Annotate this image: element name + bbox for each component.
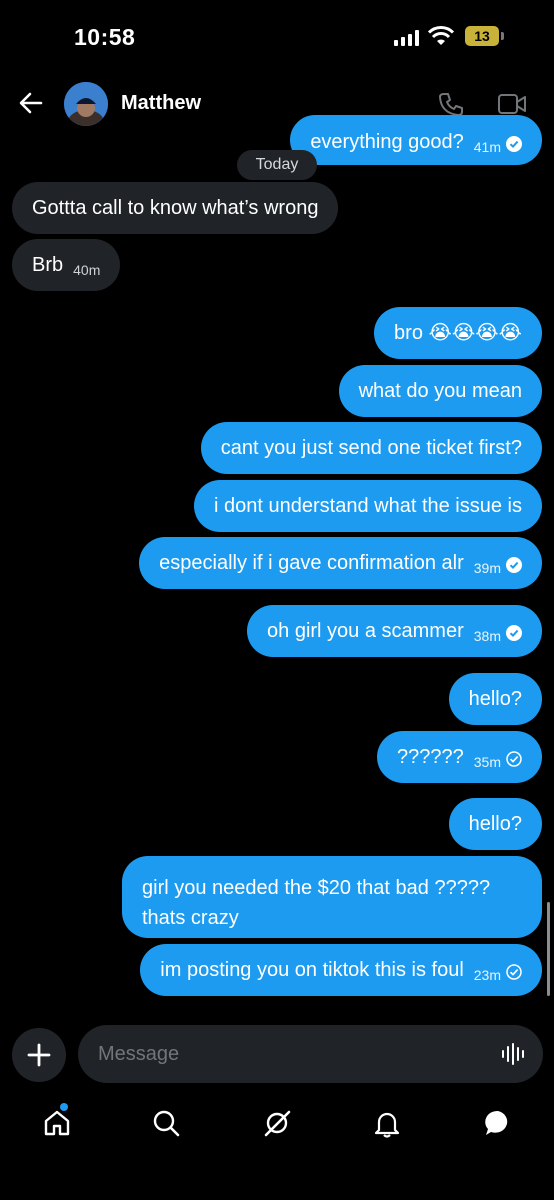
message-text: bro 😭😭😭😭 (394, 322, 522, 344)
read-check-icon (506, 136, 522, 152)
date-divider: Today (237, 150, 317, 180)
message-bubble[interactable]: everything good? 41m (290, 115, 542, 165)
message-bubble[interactable]: especially if i gave confirmation alr 39m (139, 537, 542, 589)
message-text: Brb (32, 254, 64, 276)
message-bubble[interactable]: hello? (448, 798, 542, 850)
back-arrow-icon[interactable] (18, 90, 44, 116)
message-bubble[interactable]: i dont understand what the issue is (194, 480, 542, 532)
message-time: 40m (73, 262, 101, 278)
grok-icon[interactable] (262, 1108, 292, 1138)
phone-icon[interactable] (438, 91, 464, 117)
message-bubble[interactable]: oh girl you a scammer 38m (247, 605, 542, 657)
message-text: ?????? (397, 746, 464, 768)
message-text: everything good? (310, 131, 464, 153)
message-bubble[interactable]: bro 😭😭😭😭 (374, 307, 542, 359)
voice-wave-icon[interactable] (500, 1040, 528, 1068)
home-icon[interactable] (42, 1108, 72, 1138)
message-bubble[interactable]: Gottta call to know what’s wrong (12, 182, 339, 234)
plus-icon (27, 1043, 51, 1067)
read-check-icon (506, 557, 522, 573)
message-text: Gottta call to know what’s wrong (32, 197, 319, 219)
message-bubble[interactable]: what do you mean (338, 365, 542, 417)
message-text: hello? (468, 688, 522, 710)
message-time: 41m (473, 139, 501, 155)
message-text: i dont understand what the issue is (214, 495, 522, 517)
message-bubble[interactable]: cant you just send one ticket first? (200, 422, 542, 474)
message-text-line-2: thats crazy (142, 907, 239, 929)
message-time: 35m (473, 754, 501, 770)
add-attachment-button[interactable] (12, 1028, 66, 1082)
message-bubble[interactable]: ?????? 35m (377, 731, 542, 783)
message-text: cant you just send one ticket first? (220, 437, 522, 459)
message-bubble[interactable]: girl you needed the $20 that bad ????? t… (122, 856, 542, 938)
read-check-icon (506, 625, 522, 641)
battery-cap (501, 32, 504, 40)
wifi-icon (428, 26, 454, 45)
signal-icon (394, 30, 420, 46)
bell-icon[interactable] (372, 1108, 402, 1138)
sent-check-icon (506, 964, 522, 980)
message-time: 39m (473, 560, 501, 576)
message-time: 23m (473, 967, 501, 983)
message-text: hello? (468, 813, 522, 835)
sent-check-icon (506, 751, 522, 767)
message-text: girl you needed the $20 that bad ????? (142, 877, 491, 899)
scrollbar[interactable] (547, 902, 550, 996)
battery-indicator: 13 (465, 26, 499, 46)
search-icon[interactable] (151, 1108, 181, 1138)
contact-name[interactable]: Matthew (121, 92, 201, 115)
status-time: 10:58 (74, 24, 136, 50)
message-bubble[interactable]: Brb 40m (12, 239, 121, 291)
message-bubble[interactable]: im posting you on tiktok this is foul 23m (140, 944, 542, 996)
message-text: especially if i gave confirmation alr (159, 552, 464, 574)
avatar[interactable] (64, 82, 108, 126)
notification-dot (60, 1103, 68, 1111)
message-time: 38m (473, 628, 501, 644)
message-text: what do you mean (358, 380, 522, 402)
message-text: oh girl you a scammer (267, 620, 464, 642)
message-bubble[interactable]: hello? (448, 673, 542, 725)
message-placeholder: Message (98, 1043, 180, 1065)
video-camera-icon[interactable] (497, 92, 527, 116)
messages-icon[interactable] (483, 1108, 513, 1138)
message-text: im posting you on tiktok this is foul (160, 959, 464, 981)
